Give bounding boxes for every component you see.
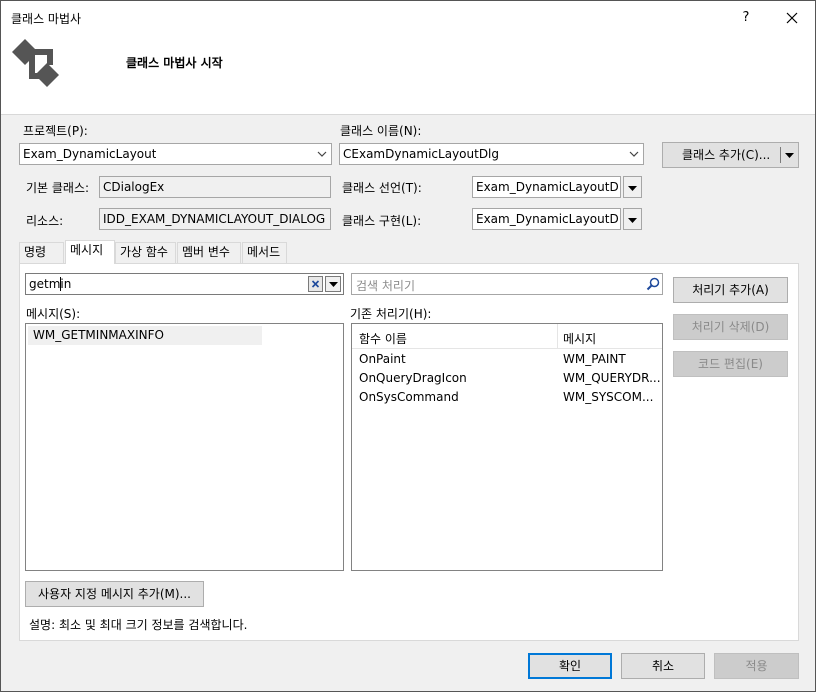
messages-list[interactable]: WM_GETMINMAXINFO <box>25 323 344 571</box>
description-text: 설명: 최소 및 최대 크기 정보를 검색합니다. <box>29 618 248 632</box>
window-title: 클래스 마법사 <box>11 12 82 26</box>
class-impl-value: Exam_DynamicLayoutDlg. <box>476 212 618 226</box>
class-name-value: CExamDynamicLayoutDlg <box>343 147 500 161</box>
table-row[interactable]: OnPaint WM_PAINT <box>352 350 662 369</box>
project-label: 프로젝트(P): <box>23 124 88 138</box>
class-wizard-icon <box>12 39 59 87</box>
handler-message: WM_PAINT <box>563 352 626 366</box>
chevron-down-icon <box>317 151 327 157</box>
filter-dropdown-button[interactable] <box>325 276 341 292</box>
class-decl-label: 클래스 선언(T): <box>342 181 422 195</box>
search-handlers-input[interactable]: 검색 처리기 <box>351 273 663 295</box>
base-class-label: 기본 클래스: <box>26 181 90 195</box>
delete-handler-button[interactable]: 처리기 삭제(D) <box>673 314 788 340</box>
table-row[interactable]: OnSysCommand WM_SYSCOM... <box>352 388 662 407</box>
project-value: Exam_DynamicLayout <box>23 147 157 161</box>
help-button[interactable]: ? <box>735 7 757 29</box>
handler-message: WM_SYSCOM... <box>563 390 654 404</box>
header-title: 클래스 마법사 시작 <box>126 56 223 70</box>
class-impl-label: 클래스 구현(L): <box>342 214 422 228</box>
messages-label: 메시지(S): <box>26 307 81 321</box>
handlers-list[interactable]: 함수 이름 메시지 OnPaint WM_PAINT OnQueryDragIc… <box>351 323 663 571</box>
search-handlers-placeholder: 검색 처리기 <box>356 279 416 293</box>
class-impl-dropdown[interactable] <box>623 208 642 230</box>
handlers-label: 기존 처리기(H): <box>350 307 432 321</box>
tab-virtual-functions[interactable]: 가상 함수 <box>115 242 176 263</box>
base-class-value: CDialogEx <box>103 180 165 194</box>
handler-function: OnPaint <box>359 352 406 366</box>
handler-message: WM_QUERYDR... <box>563 371 661 385</box>
title-bar: 클래스 마법사 ? <box>1 1 815 33</box>
dropdown-arrow-icon <box>628 186 637 191</box>
apply-button[interactable]: 적용 <box>714 653 799 679</box>
message-filter-value: getmin <box>29 277 72 291</box>
column-header-function[interactable]: 함수 이름 <box>359 330 407 347</box>
resource-value: IDD_EXAM_DYNAMICLAYOUT_DIALOG <box>103 212 326 226</box>
dropdown-arrow-icon[interactable] <box>785 151 794 159</box>
column-header-message[interactable]: 메시지 <box>563 330 596 347</box>
text-cursor <box>60 277 61 291</box>
class-name-combo[interactable]: CExamDynamicLayoutDlg <box>339 143 644 165</box>
tab-messages[interactable]: 메시지 <box>65 240 115 264</box>
project-combo[interactable]: Exam_DynamicLayout <box>19 143 332 165</box>
chevron-down-icon <box>629 151 639 157</box>
search-icon[interactable] <box>645 276 661 292</box>
list-item[interactable]: WM_GETMINMAXINFO <box>28 326 262 345</box>
split-divider <box>780 147 781 163</box>
tab-methods[interactable]: 메서드 <box>242 242 287 263</box>
handlers-header: 함수 이름 메시지 <box>352 324 662 349</box>
table-row[interactable]: OnQueryDragIcon WM_QUERYDR... <box>352 369 662 388</box>
add-class-label: 클래스 추가(C)... <box>682 148 771 162</box>
base-class-field: CDialogEx <box>99 176 331 198</box>
ok-button[interactable]: 확인 <box>528 653 612 679</box>
dropdown-arrow-icon <box>628 218 637 223</box>
column-divider <box>557 324 558 349</box>
dropdown-arrow-icon <box>329 282 338 287</box>
clear-filter-button[interactable] <box>308 276 323 292</box>
wizard-header: 클래스 마법사 시작 <box>1 33 815 115</box>
cancel-button[interactable]: 취소 <box>621 653 705 679</box>
tab-commands[interactable]: 명령 <box>19 242 64 263</box>
add-class-button[interactable]: 클래스 추가(C)... <box>662 142 799 168</box>
tab-member-variables[interactable]: 멤버 변수 <box>177 242 241 263</box>
edit-code-button[interactable]: 코드 편집(E) <box>673 351 788 377</box>
close-icon <box>786 12 798 24</box>
class-impl-field[interactable]: Exam_DynamicLayoutDlg. <box>472 208 621 230</box>
message-filter-input[interactable]: getmin <box>25 273 344 295</box>
class-decl-value: Exam_DynamicLayoutDlg. <box>476 180 618 194</box>
class-decl-field[interactable]: Exam_DynamicLayoutDlg. <box>472 176 621 198</box>
handler-function: OnSysCommand <box>359 390 459 404</box>
handler-function: OnQueryDragIcon <box>359 371 467 385</box>
close-button[interactable] <box>779 5 805 31</box>
resource-field: IDD_EXAM_DYNAMICLAYOUT_DIALOG <box>99 208 331 230</box>
resource-label: 리소스: <box>26 214 64 228</box>
class-wizard-window: 클래스 마법사 ? 클래스 마법사 시작 프로젝트(P): Exam_Dynam… <box>0 0 816 692</box>
add-custom-message-button[interactable]: 사용자 지정 메시지 추가(M)... <box>25 581 204 607</box>
class-decl-dropdown[interactable] <box>623 176 642 198</box>
clear-icon <box>311 280 320 288</box>
add-handler-button[interactable]: 처리기 추가(A) <box>673 277 788 303</box>
class-name-label: 클래스 이름(N): <box>340 124 422 138</box>
